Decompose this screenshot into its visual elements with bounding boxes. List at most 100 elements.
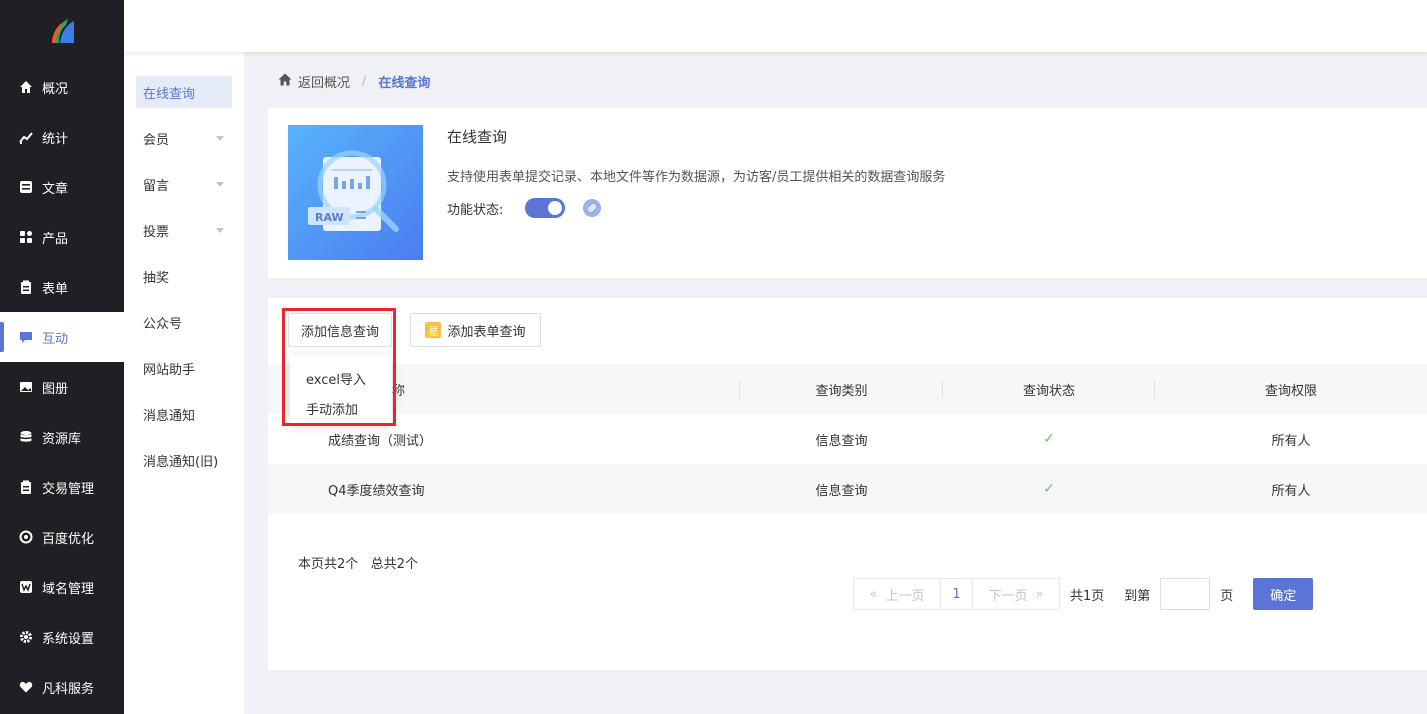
target-icon xyxy=(18,529,34,545)
subnav-label: 留言 xyxy=(143,178,170,194)
nav-item-settings[interactable]: 系统设置 xyxy=(0,612,124,662)
nav-label: 文章 xyxy=(42,181,69,197)
page-number-button[interactable]: 1 xyxy=(941,578,973,610)
link-icon[interactable] xyxy=(583,199,602,217)
nav-label: 概况 xyxy=(42,81,69,97)
menu-item-excel-import[interactable]: excel导入 xyxy=(290,363,392,393)
clipboard-icon xyxy=(18,279,34,295)
subnav-item-notifications[interactable]: 消息通知 xyxy=(136,398,232,430)
next-page-label: 下一页 xyxy=(988,588,1028,604)
table-row[interactable]: Q4季度绩效查询 信息查询 ✓ 所有人 xyxy=(268,464,1427,514)
col-category-header: 查询类别 xyxy=(740,379,943,399)
nav-item-forms[interactable]: 表单 xyxy=(0,262,124,312)
query-permission: 所有人 xyxy=(1271,483,1311,499)
chevron-down-icon xyxy=(216,135,224,141)
chevron-down-icon xyxy=(216,181,224,187)
col-permission-header: 查询权限 xyxy=(1264,383,1317,399)
subnav-item-site-assistant[interactable]: 网站助手 xyxy=(136,352,232,384)
nav-item-interaction[interactable]: 互动 xyxy=(0,312,124,362)
total-pages: 共1页 xyxy=(1070,588,1105,604)
nav-label: 凡科服务 xyxy=(42,681,95,697)
query-permission: 所有人 xyxy=(1271,433,1311,449)
star-badge-icon: 星 xyxy=(425,322,442,338)
home-icon xyxy=(18,79,34,95)
breadcrumb: 返回概况 / 在线查询 xyxy=(278,72,430,91)
add-form-query-label: 添加表单查询 xyxy=(447,324,526,340)
nav-item-domains[interactable]: 域名管理 xyxy=(0,562,124,612)
add-info-query-button[interactable]: 添加信息查询 xyxy=(288,313,392,347)
double-chevron-right-icon: » xyxy=(1035,586,1044,602)
w-icon xyxy=(18,579,34,595)
subnav-item-voting[interactable]: 投票 xyxy=(136,214,232,246)
subnav-item-members[interactable]: 会员 xyxy=(136,122,232,154)
feature-status-row: 功能状态: xyxy=(447,198,602,218)
nav-label: 百度优化 xyxy=(42,531,95,547)
nav-item-seo[interactable]: 百度优化 xyxy=(0,512,124,562)
page-count-info: 本页共2个 总共2个 xyxy=(298,557,418,572)
pagination: « 上一页 1 下一页 » 共1页 到第 页 确定 xyxy=(853,578,1314,610)
nav-item-stats[interactable]: 统计 xyxy=(0,112,124,162)
nav-label: 产品 xyxy=(42,231,69,247)
nav-item-products[interactable]: 产品 xyxy=(0,212,124,262)
nav-label: 资源库 xyxy=(42,431,82,447)
chevron-down-icon xyxy=(216,227,224,233)
goto-label: 到第 xyxy=(1124,588,1151,604)
prev-page-button[interactable]: « 上一页 xyxy=(853,578,941,610)
feature-status-toggle[interactable] xyxy=(525,198,566,218)
article-icon xyxy=(18,179,34,195)
clipboard-icon xyxy=(18,479,34,495)
check-icon: ✓ xyxy=(1043,481,1055,497)
subnav-item-online-query[interactable]: 在线查询 xyxy=(136,76,232,108)
query-list-panel: 添加信息查询 星 添加表单查询 称 查询类别 查询状态 查询权限 成绩查询（测试… xyxy=(268,298,1427,670)
gear-icon xyxy=(18,629,34,645)
query-name: 成绩查询（测试） xyxy=(328,433,433,449)
query-name: Q4季度绩效查询 xyxy=(328,483,425,499)
nav-label: 图册 xyxy=(42,381,69,397)
raw-label: RAW xyxy=(315,211,344,224)
nav-item-gallery[interactable]: 图册 xyxy=(0,362,124,412)
page-unit-label: 页 xyxy=(1220,588,1234,604)
brand-logo[interactable] xyxy=(0,0,124,62)
query-category: 信息查询 xyxy=(815,433,868,449)
nav-item-services[interactable]: 凡科服务 xyxy=(0,662,124,712)
query-category: 信息查询 xyxy=(815,483,868,499)
status-label: 功能状态: xyxy=(447,202,504,218)
subnav-label: 消息通知(旧) xyxy=(143,454,219,470)
nav-label: 表单 xyxy=(42,281,69,297)
subnav-item-messages[interactable]: 留言 xyxy=(136,168,232,200)
grid-icon xyxy=(18,229,34,245)
nav-label: 互动 xyxy=(42,331,69,347)
breadcrumb-back-link[interactable]: 返回概况 xyxy=(298,72,350,91)
next-page-button[interactable]: 下一页 » xyxy=(973,578,1060,610)
feature-intro-card: RAW 在线查询 支持使用表单提交记录、本地文件等作为数据源，为访客/员工提供相… xyxy=(268,108,1427,278)
breadcrumb-separator: / xyxy=(362,74,367,89)
subnav-item-official-account[interactable]: 公众号 xyxy=(136,306,232,338)
chat-icon xyxy=(18,329,34,345)
nav-item-resources[interactable]: 资源库 xyxy=(0,412,124,462)
confirm-button[interactable]: 确定 xyxy=(1253,578,1314,610)
table-row[interactable]: 成绩查询（测试） 信息查询 ✓ 所有人 xyxy=(268,414,1427,464)
nav-item-articles[interactable]: 文章 xyxy=(0,162,124,212)
subnav-label: 会员 xyxy=(143,132,170,148)
subnav-item-lottery[interactable]: 抽奖 xyxy=(136,260,232,292)
page-jump-input[interactable] xyxy=(1160,578,1211,610)
feature-description: 支持使用表单提交记录、本地文件等作为数据源，为访客/员工提供相关的数据查询服务 xyxy=(447,170,946,185)
heart-icon xyxy=(18,679,34,695)
subnav-label: 消息通知 xyxy=(143,408,196,424)
nav-item-overview[interactable]: 概况 xyxy=(0,62,124,112)
home-icon[interactable] xyxy=(278,73,292,90)
nav-label: 统计 xyxy=(42,131,69,147)
feature-title: 在线查询 xyxy=(447,128,508,146)
add-form-query-button[interactable]: 星 添加表单查询 xyxy=(410,313,541,347)
breadcrumb-current: 在线查询 xyxy=(378,76,431,91)
subnav-label: 在线查询 xyxy=(143,86,196,102)
nav-label: 交易管理 xyxy=(42,481,95,497)
subnav-label: 网站助手 xyxy=(143,362,196,378)
nav-item-transactions[interactable]: 交易管理 xyxy=(0,462,124,512)
nav-label: 域名管理 xyxy=(42,581,95,597)
subnav-item-notifications-old[interactable]: 消息通知(旧) xyxy=(136,444,232,476)
prev-page-label: 上一页 xyxy=(885,588,925,604)
menu-item-manual-add[interactable]: 手动添加 xyxy=(290,393,392,423)
col-status-header: 查询状态 xyxy=(943,379,1155,399)
top-bar xyxy=(124,0,1427,52)
